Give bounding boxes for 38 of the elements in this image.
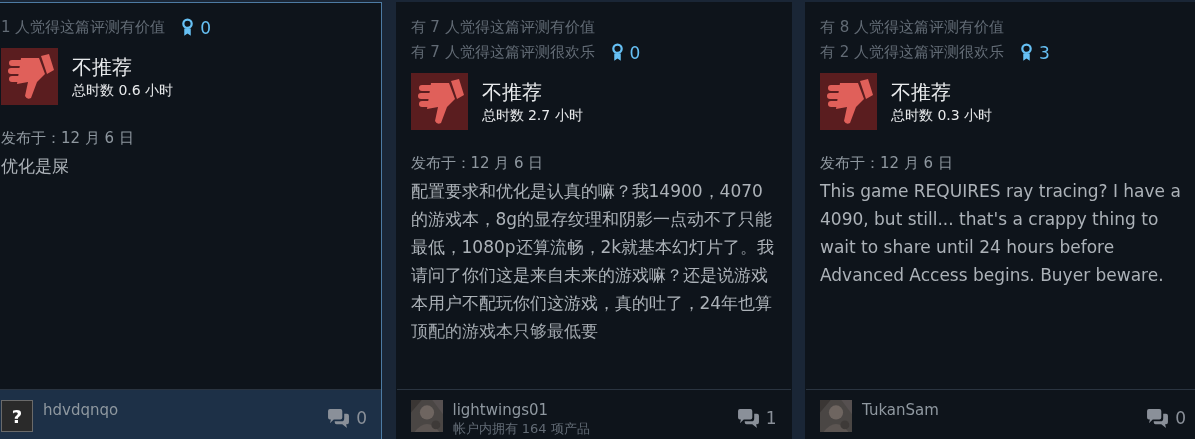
vote-count-text: 1 人觉得这篇评测有价值 — [1, 18, 166, 37]
comment-count: 1 — [765, 408, 777, 428]
award-count: 3 — [1039, 42, 1050, 63]
vote-count-text: 有 7 人觉得这篇评测有价值 — [410, 18, 595, 37]
review-card[interactable]: 1 人觉得这篇评测有价值 0 不推荐 总时数 0.6 小时 发布于：12 月 6 日 优化是屎 ? hdvdqnqo 0 — [0, 2, 382, 439]
verdict-title: 不推荐 — [891, 78, 952, 105]
verdict-title: 不推荐 — [481, 78, 543, 105]
author-name[interactable]: TukanSam — [862, 400, 1137, 420]
playtime-text: 总时数 2.7 小时 — [481, 105, 583, 125]
award-ribbon-icon[interactable] — [1020, 43, 1034, 62]
vote-count-text: 有 7 人觉得这篇评测很欢乐 — [410, 43, 595, 62]
comment-count: 0 — [1175, 408, 1186, 428]
comment-count: 0 — [356, 408, 367, 428]
award-count: 0 — [629, 42, 641, 63]
award-ribbon-icon[interactable] — [181, 18, 195, 37]
comments-icon[interactable] — [736, 408, 760, 428]
review-card[interactable] — [395, 2, 792, 439]
comments-icon[interactable] — [327, 408, 351, 428]
award-count: 0 — [200, 17, 212, 38]
review-text: 配置要求和优化是认真的嘛？我14900，4070的游戏本，8g的显存纹理和阴影一点动不了只能最低，1080p还算流畅，2k就基本幻灯片了。我请问了你们这是来自未来的游戏嘛？还是说游戏本用户不配玩你们这游戏，真的吐了，24年也算顶配的游戏本只够最低要 — [410, 180, 776, 343]
vote-count-text: 有 8 人觉得这篇评测有价值 — [820, 18, 1005, 37]
comments-icon[interactable] — [1146, 408, 1170, 428]
author-bar[interactable]: ? hdvdqnqo 0 — [0, 389, 381, 439]
author-name[interactable]: lightwings01 — [452, 400, 727, 420]
playtime-text: 总时数 0.3 小时 — [891, 105, 993, 125]
verdict-title: 不推荐 — [72, 53, 133, 80]
playtime-text: 总时数 0.6 小时 — [72, 80, 174, 100]
products-owned-text: 帐户内拥有 164 项产品 — [452, 420, 591, 438]
vote-count-text: 有 2 人觉得这篇评测很欢乐 — [820, 43, 1005, 62]
posted-date: 发布于：12 月 6 日 — [820, 154, 954, 173]
review-card[interactable] — [805, 2, 1195, 439]
posted-date: 发布于：12 月 6 日 — [1, 129, 135, 148]
avatar-placeholder[interactable]: ? — [1, 400, 33, 432]
award-ribbon-icon[interactable] — [610, 43, 624, 62]
review-text: 优化是屎 — [1, 155, 70, 178]
posted-date: 发布于：12 月 6 日 — [410, 154, 545, 173]
review-text: This game REQUIRES ray tracing? I have a 4090, but still... that's a crappy thing to wait to share until 24 hours before Advanced Access begins. Buyer beware. — [820, 180, 1182, 287]
author-name[interactable]: hdvdqnqo — [43, 400, 318, 420]
